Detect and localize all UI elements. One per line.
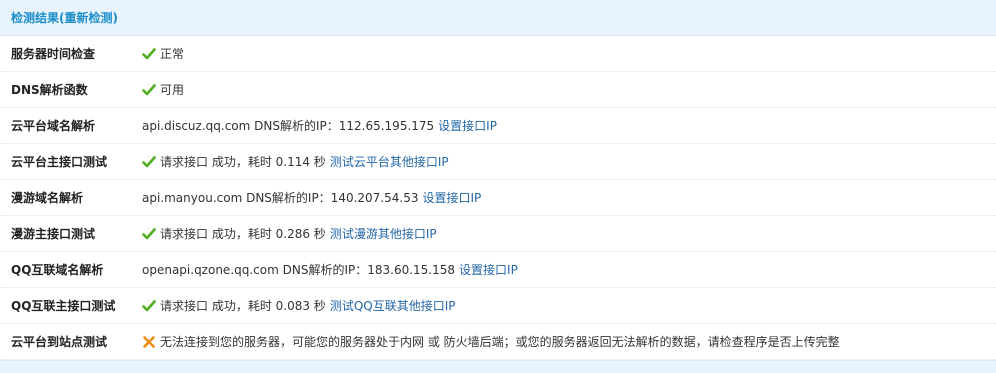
result-label: DNS解析函数 <box>11 83 88 97</box>
check-icon <box>142 155 156 169</box>
check-icon <box>142 227 156 241</box>
result-value: 无法连接到您的服务器，可能您的服务器处于内网 或 防火墙后端；或您的服务器返回无… <box>142 333 840 350</box>
result-row: DNS解析函数 可用 <box>0 72 996 108</box>
result-value: 正常 <box>142 45 184 62</box>
next-section-header <box>0 360 996 373</box>
check-results-panel: 检测结果(重新检测) 服务器时间检查 正常 DNS解析函数 可用云平台域名解析 api.… <box>0 0 996 373</box>
result-label: 云平台域名解析 <box>11 119 96 133</box>
result-label: QQ互联主接口测试 <box>11 299 116 313</box>
result-action-link[interactable]: 设置接口IP <box>459 261 518 278</box>
result-action-link[interactable]: 设置接口IP <box>422 189 481 206</box>
result-row: 云平台主接口测试 请求接口 成功，耗时 0.114 秒测试云平台其他接口IP <box>0 144 996 180</box>
result-text: 请求接口 成功，耗时 0.114 秒 <box>160 155 326 169</box>
result-row: 漫游域名解析 api.manyou.com DNS解析的IP：140.207.54… <box>0 180 996 216</box>
result-label: QQ互联域名解析 <box>11 263 104 277</box>
result-value: 可用 <box>142 81 184 98</box>
check-icon <box>142 47 156 61</box>
result-row: QQ互联主接口测试 请求接口 成功，耗时 0.083 秒测试QQ互联其他接口IP <box>0 288 996 324</box>
check-icon <box>142 83 156 97</box>
result-row: QQ互联域名解析 openapi.qzone.qq.com DNS解析的IP：18… <box>0 252 996 288</box>
result-row: 漫游主接口测试 请求接口 成功，耗时 0.286 秒测试漫游其他接口IP <box>0 216 996 252</box>
result-row: 服务器时间检查 正常 <box>0 36 996 72</box>
result-value: api.discuz.qq.com DNS解析的IP：112.65.195.17… <box>142 117 497 134</box>
result-value: api.manyou.com DNS解析的IP：140.207.54.53 设置接… <box>142 189 481 206</box>
result-action-link[interactable]: 测试云平台其他接口IP <box>330 153 449 170</box>
result-value: 请求接口 成功，耗时 0.114 秒测试云平台其他接口IP <box>142 153 449 170</box>
result-text: 无法连接到您的服务器，可能您的服务器处于内网 或 防火墙后端；或您的服务器返回无… <box>160 335 840 349</box>
result-text: 正常 <box>160 47 185 61</box>
result-text: api.manyou.com DNS解析的IP：140.207.54.53 <box>142 191 419 205</box>
result-text: api.discuz.qq.com DNS解析的IP：112.65.195.17… <box>142 119 435 133</box>
panel-header: 检测结果(重新检测) <box>0 0 996 36</box>
result-text: 请求接口 成功，耗时 0.083 秒 <box>160 299 326 313</box>
result-value: 请求接口 成功，耗时 0.286 秒测试漫游其他接口IP <box>142 225 437 242</box>
result-label: 漫游域名解析 <box>11 191 84 205</box>
result-label: 云平台到站点测试 <box>11 335 108 349</box>
results-list: 服务器时间检查 正常 DNS解析函数 可用云平台域名解析 api.discuz.qq.c… <box>0 36 996 360</box>
result-text: 可用 <box>160 83 185 97</box>
result-value: 请求接口 成功，耗时 0.083 秒测试QQ互联其他接口IP <box>142 297 455 314</box>
result-label: 云平台主接口测试 <box>11 155 108 169</box>
cross-icon <box>142 335 156 349</box>
panel-title: 检测结果 <box>11 11 60 25</box>
result-label: 服务器时间检查 <box>11 47 96 61</box>
check-icon <box>142 299 156 313</box>
result-text: 请求接口 成功，耗时 0.286 秒 <box>160 227 326 241</box>
result-action-link[interactable]: 测试漫游其他接口IP <box>330 225 437 242</box>
result-action-link[interactable]: 测试QQ互联其他接口IP <box>330 297 456 314</box>
result-row: 云平台到站点测试 无法连接到您的服务器，可能您的服务器处于内网 或 防火墙后端；或… <box>0 324 996 360</box>
result-text: openapi.qzone.qq.com DNS解析的IP：183.60.15.… <box>142 263 456 277</box>
result-row: 云平台域名解析 api.discuz.qq.com DNS解析的IP：112.65… <box>0 108 996 144</box>
result-label: 漫游主接口测试 <box>11 227 96 241</box>
recheck-link[interactable]: (重新检测) <box>59 11 118 25</box>
result-value: openapi.qzone.qq.com DNS解析的IP：183.60.15.… <box>142 261 518 278</box>
result-action-link[interactable]: 设置接口IP <box>438 117 497 134</box>
